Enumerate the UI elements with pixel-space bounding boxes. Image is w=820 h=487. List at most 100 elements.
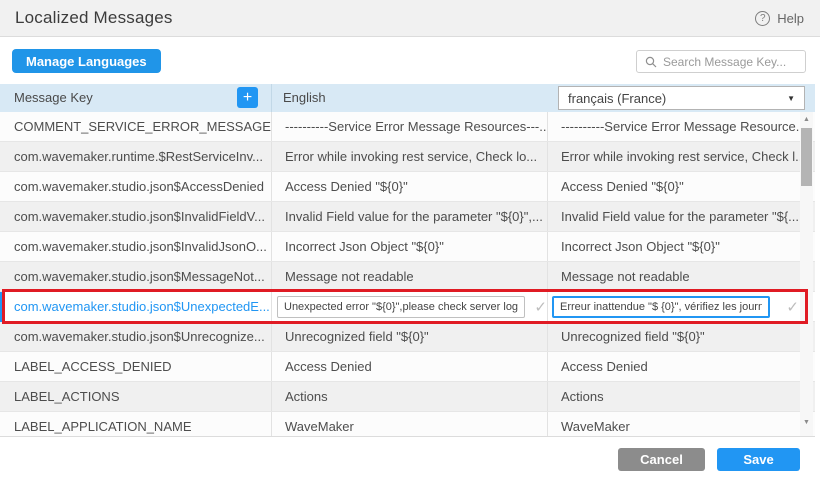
english-cell[interactable]: ----------Service Error Message Resource…	[272, 112, 548, 141]
table-row[interactable]: LABEL_APPLICATION_NAME WaveMaker WaveMak…	[0, 412, 815, 437]
search-box[interactable]	[636, 50, 806, 73]
table-row[interactable]: com.wavemaker.studio.json$InvalidFieldV.…	[0, 202, 815, 232]
footer: Cancel Save	[0, 437, 820, 486]
message-key-cell[interactable]: com.wavemaker.studio.json$Unrecognize...	[0, 322, 272, 351]
table-header: Message Key + English français (France) …	[0, 84, 815, 112]
english-cell[interactable]: Error while invoking rest service, Check…	[272, 142, 548, 171]
table-body: COMMENT_SERVICE_ERROR_MESSAGES ---------…	[0, 112, 815, 437]
scrollbar-thumb[interactable]	[801, 128, 812, 186]
french-message-input[interactable]	[552, 296, 770, 318]
english-cell[interactable]: Unrecognized field "${0}"	[272, 322, 548, 351]
english-cell[interactable]: ✓	[272, 292, 548, 321]
message-key-cell[interactable]: com.wavemaker.runtime.$RestServiceInv...	[0, 142, 272, 171]
table-row-editing[interactable]: com.wavemaker.studio.json$UnexpectedE...…	[0, 292, 815, 322]
french-cell[interactable]: Message not readable	[548, 262, 815, 291]
english-cell[interactable]: Incorrect Json Object "${0}"	[272, 232, 548, 261]
message-key-text: com.wavemaker.studio.json$InvalidFieldV.…	[14, 209, 265, 224]
english-text: Error while invoking rest service, Check…	[285, 149, 537, 164]
english-cell[interactable]: Actions	[272, 382, 548, 411]
english-cell[interactable]: Access Denied	[272, 352, 548, 381]
table-row[interactable]: com.wavemaker.runtime.$RestServiceInv...…	[0, 142, 815, 172]
english-text: Unrecognized field "${0}"	[285, 329, 429, 344]
message-key-cell[interactable]: LABEL_ACTIONS	[0, 382, 272, 411]
table-row[interactable]: com.wavemaker.studio.json$Unrecognize...…	[0, 322, 815, 352]
french-text: Actions	[561, 389, 604, 404]
message-key-cell[interactable]: LABEL_APPLICATION_NAME	[0, 412, 272, 437]
message-key-cell[interactable]: com.wavemaker.studio.json$AccessDenied	[0, 172, 272, 201]
message-key-text: com.wavemaker.studio.json$UnexpectedE...	[14, 299, 270, 314]
table-row[interactable]: COMMENT_SERVICE_ERROR_MESSAGES ---------…	[0, 112, 815, 142]
french-text: Incorrect Json Object "${0}"	[561, 239, 720, 254]
localized-messages-panel: Localized Messages ? Help Manage Languag…	[0, 0, 820, 487]
manage-languages-button[interactable]: Manage Languages	[12, 49, 161, 73]
cancel-button[interactable]: Cancel	[618, 448, 705, 471]
message-key-text: com.wavemaker.studio.json$MessageNot...	[14, 269, 265, 284]
french-cell[interactable]: Unrecognized field "${0}"	[548, 322, 815, 351]
table-row[interactable]: com.wavemaker.studio.json$InvalidJsonO..…	[0, 232, 815, 262]
message-key-cell[interactable]: com.wavemaker.studio.json$InvalidFieldV.…	[0, 202, 272, 231]
message-key-cell[interactable]: com.wavemaker.studio.json$UnexpectedE...	[0, 292, 272, 321]
title-bar: Localized Messages ? Help	[0, 0, 820, 37]
message-key-text: com.wavemaker.studio.json$InvalidJsonO..…	[14, 239, 267, 254]
table-row[interactable]: com.wavemaker.studio.json$AccessDenied A…	[0, 172, 815, 202]
table-row[interactable]: com.wavemaker.studio.json$MessageNot... …	[0, 262, 815, 292]
message-key-text: LABEL_ACCESS_DENIED	[14, 359, 172, 374]
table-row[interactable]: LABEL_ACTIONS Actions Actions	[0, 382, 815, 412]
english-text: Access Denied	[285, 359, 372, 374]
search-input[interactable]	[663, 55, 797, 69]
french-cell[interactable]: Invalid Field value for the parameter "$…	[548, 202, 815, 231]
message-key-cell[interactable]: com.wavemaker.studio.json$InvalidJsonO..…	[0, 232, 272, 261]
confirm-check-icon[interactable]: ✓	[786, 298, 799, 316]
message-key-cell[interactable]: LABEL_ACCESS_DENIED	[0, 352, 272, 381]
message-key-text: COMMENT_SERVICE_ERROR_MESSAGES	[14, 119, 272, 134]
english-text: Message not readable	[285, 269, 414, 284]
column-header-message-key: Message Key	[14, 90, 93, 105]
english-text: ----------Service Error Message Resource…	[285, 119, 548, 134]
english-text: Access Denied "${0}"	[285, 179, 408, 194]
english-cell[interactable]: Access Denied "${0}"	[272, 172, 548, 201]
french-cell[interactable]: Incorrect Json Object "${0}"	[548, 232, 815, 261]
message-key-cell[interactable]: com.wavemaker.studio.json$MessageNot...	[0, 262, 272, 291]
message-key-cell[interactable]: COMMENT_SERVICE_ERROR_MESSAGES	[0, 112, 272, 141]
message-key-text: com.wavemaker.studio.json$AccessDenied	[14, 179, 264, 194]
english-text: Incorrect Json Object "${0}"	[285, 239, 444, 254]
toolbar: Manage Languages	[0, 37, 820, 84]
french-text: ----------Service Error Message Resource…	[561, 119, 807, 134]
french-cell[interactable]: WaveMaker	[548, 412, 815, 437]
french-text: Message not readable	[561, 269, 690, 284]
add-message-key-button[interactable]: +	[237, 87, 258, 108]
english-cell[interactable]: Invalid Field value for the parameter "$…	[272, 202, 548, 231]
table-row[interactable]: LABEL_ACCESS_DENIED Access Denied Access…	[0, 352, 815, 382]
chevron-down-icon: ▼	[787, 94, 795, 103]
page-title: Localized Messages	[15, 8, 173, 28]
english-cell[interactable]: Message not readable	[272, 262, 548, 291]
message-key-text: com.wavemaker.runtime.$RestServiceInv...	[14, 149, 263, 164]
confirm-check-icon[interactable]: ✓	[534, 298, 547, 316]
french-cell[interactable]: ✓	[548, 292, 815, 321]
search-icon	[645, 56, 657, 68]
help-button[interactable]: ? Help	[755, 11, 804, 26]
english-cell[interactable]: WaveMaker	[272, 412, 548, 437]
english-message-input[interactable]	[277, 296, 525, 318]
language-select-value: français (France)	[568, 91, 666, 106]
french-cell[interactable]: Access Denied "${0}"	[548, 172, 815, 201]
french-cell[interactable]: Access Denied	[548, 352, 815, 381]
english-text: WaveMaker	[285, 419, 354, 434]
english-text: Actions	[285, 389, 328, 404]
column-divider	[271, 84, 272, 112]
french-cell[interactable]: Actions	[548, 382, 815, 411]
french-cell[interactable]: Error while invoking rest service, Check…	[548, 142, 815, 171]
scroll-up-icon[interactable]: ▲	[800, 114, 813, 126]
french-cell[interactable]: ----------Service Error Message Resource…	[548, 112, 815, 141]
scrollbar[interactable]: ▲ ▼	[800, 112, 813, 437]
column-header-english: English	[283, 90, 326, 105]
french-text: Access Denied "${0}"	[561, 179, 684, 194]
french-text: Unrecognized field "${0}"	[561, 329, 705, 344]
english-text: Invalid Field value for the parameter "$…	[285, 209, 543, 224]
save-button[interactable]: Save	[717, 448, 800, 471]
language-select[interactable]: français (France) ▼	[558, 86, 805, 110]
french-text: Invalid Field value for the parameter "$…	[561, 209, 799, 224]
help-icon: ?	[755, 11, 770, 26]
french-text: WaveMaker	[561, 419, 630, 434]
scroll-down-icon[interactable]: ▼	[800, 417, 813, 429]
